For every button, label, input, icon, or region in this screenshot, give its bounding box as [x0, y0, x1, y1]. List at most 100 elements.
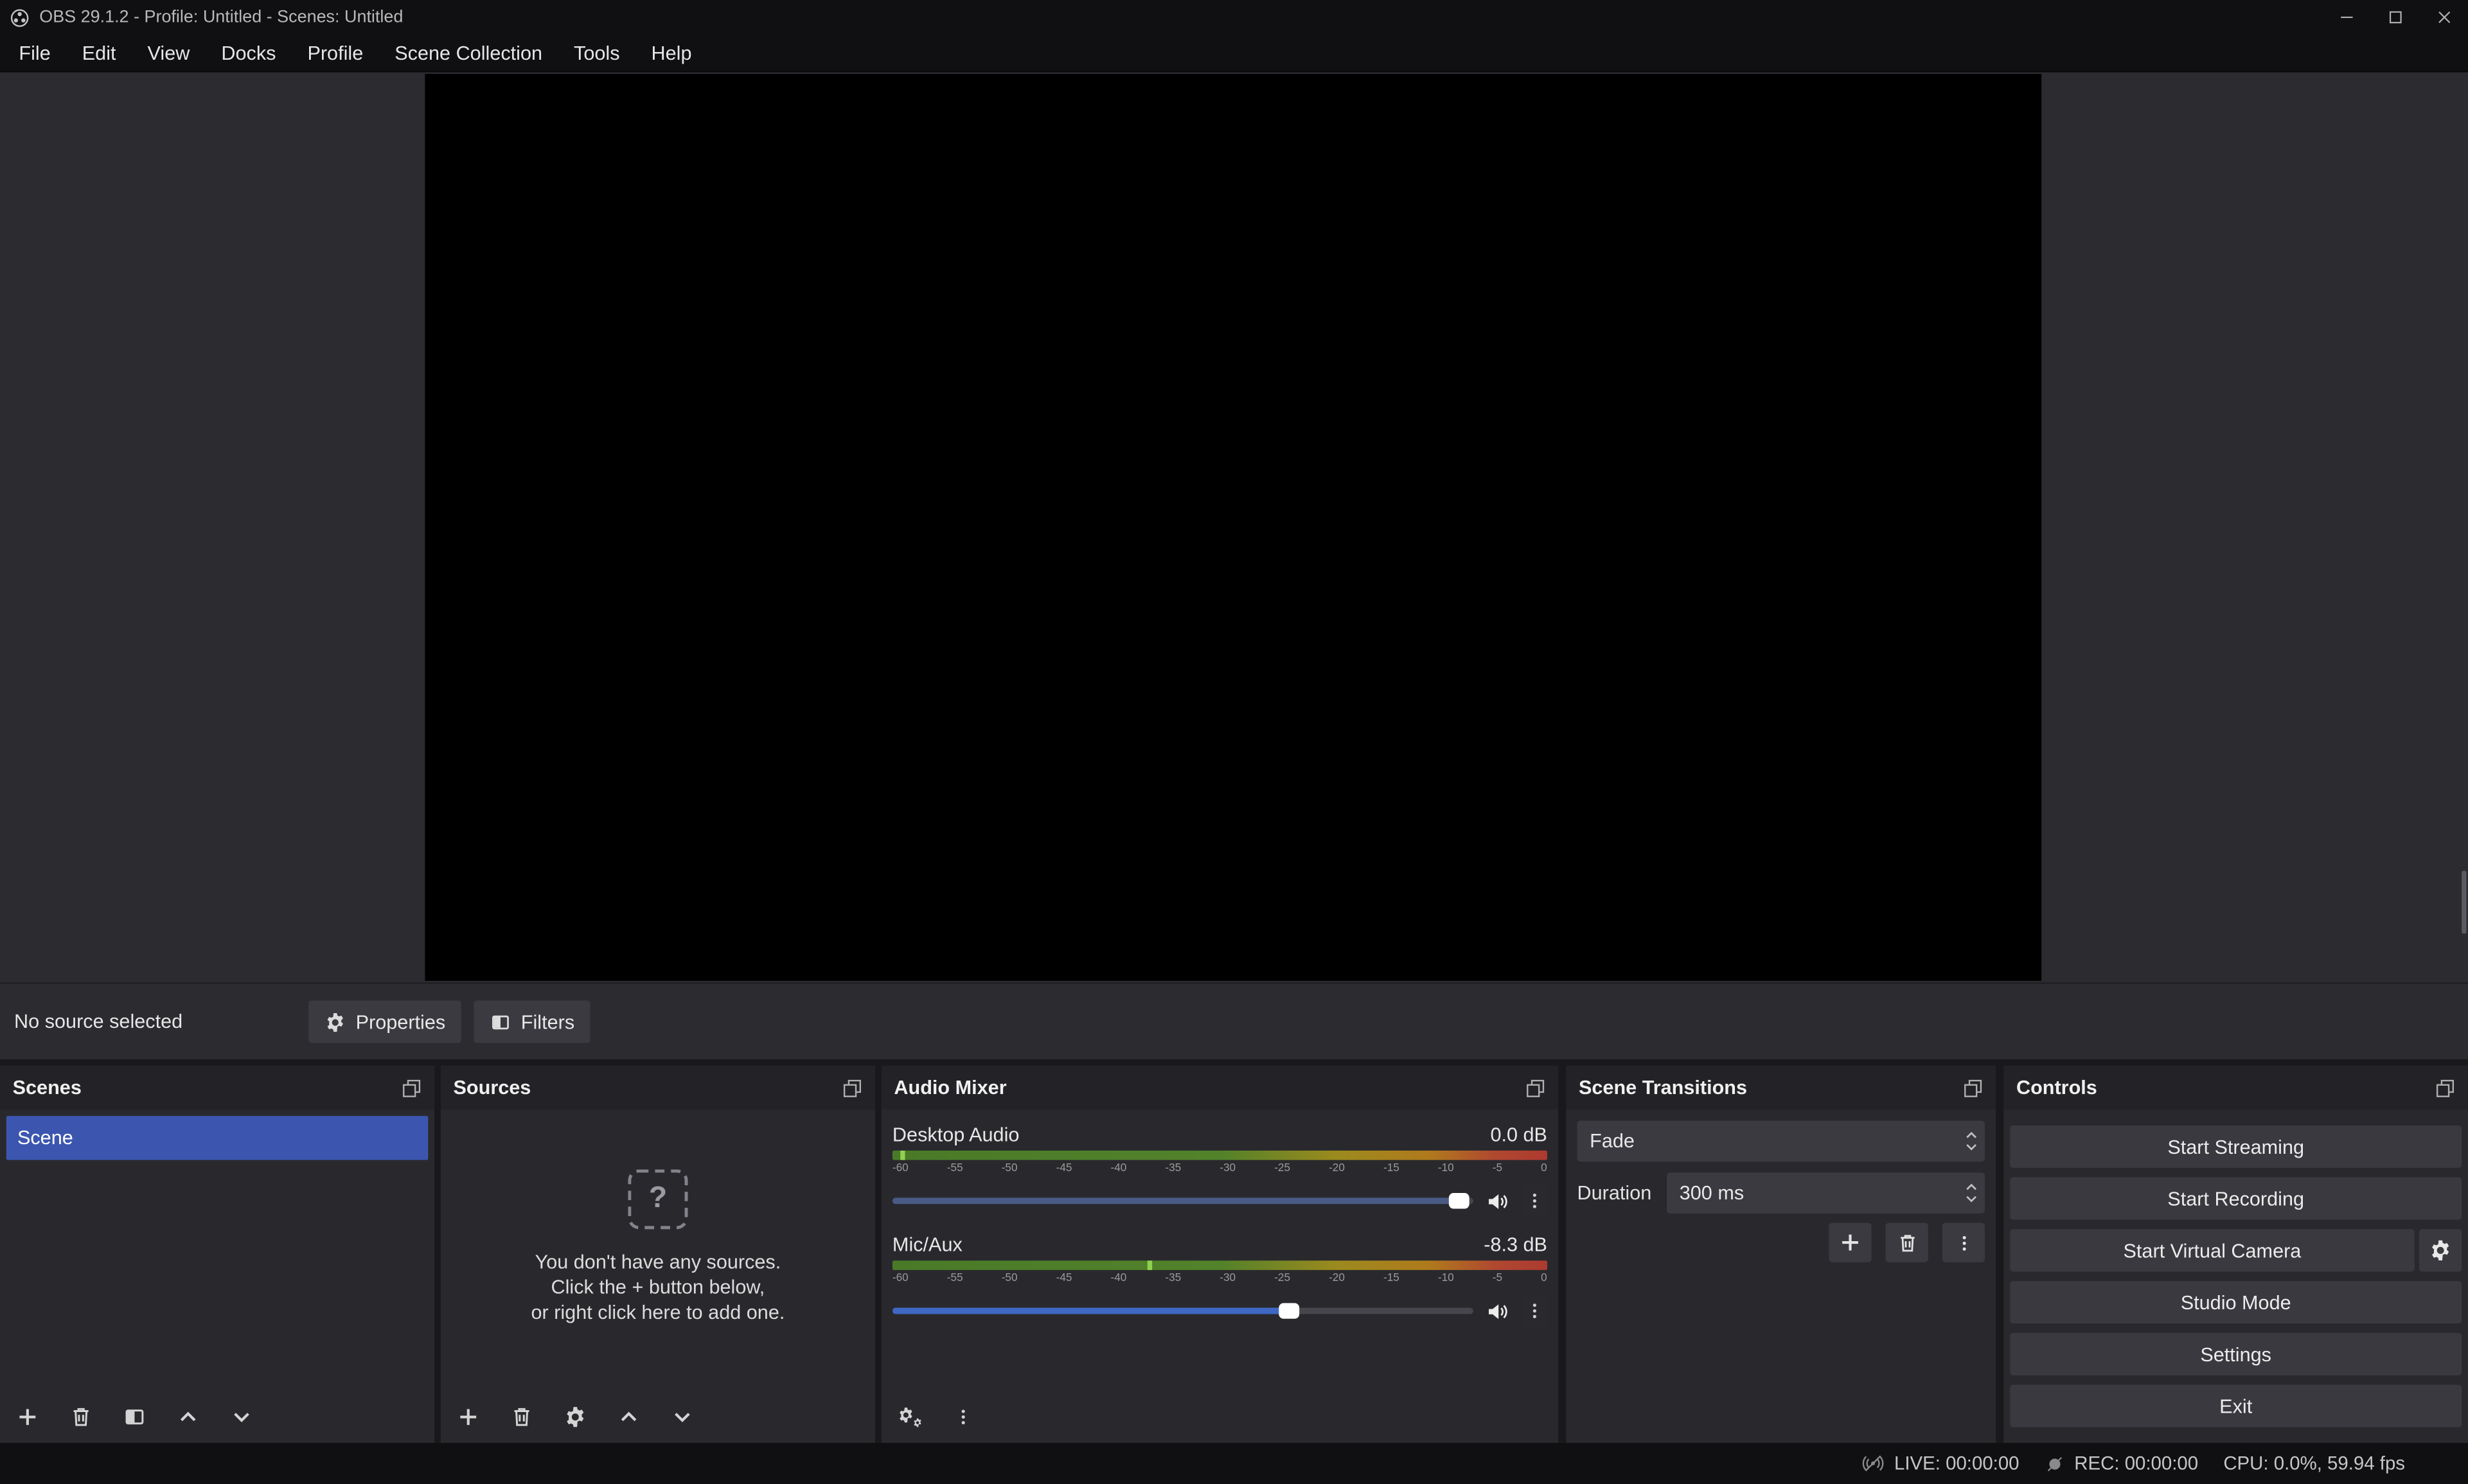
source-toolbar: No source selected Properties Filters: [0, 982, 2468, 1059]
meter-tick-label: -50: [1002, 1271, 1018, 1287]
title-bar: OBS 29.1.2 - Profile: Untitled - Scenes:…: [0, 0, 2468, 35]
stream-signal-icon: [1863, 1453, 1885, 1474]
scene-list-item[interactable]: Scene: [6, 1116, 428, 1160]
sources-dock-header[interactable]: Sources: [441, 1066, 875, 1110]
popout-icon[interactable]: [1963, 1077, 1984, 1098]
meter-tick-label: -35: [1165, 1271, 1181, 1287]
mixer-options-icon[interactable]: [954, 1404, 972, 1428]
meter-tick-label: -60: [892, 1271, 909, 1287]
move-scene-up-icon[interactable]: [176, 1404, 200, 1428]
meter-tick-label: -10: [1438, 1162, 1454, 1177]
menu-edit[interactable]: Edit: [66, 35, 132, 71]
add-source-icon[interactable]: [456, 1404, 480, 1428]
channel-options-icon[interactable]: [1522, 1185, 1547, 1217]
slider-handle[interactable]: [1279, 1303, 1300, 1318]
move-source-down-icon[interactable]: [671, 1404, 695, 1428]
splitter-handle[interactable]: [2462, 870, 2466, 933]
status-bar: LIVE: 00:00:00 REC: 00:00:00 CPU: 0.0%, …: [0, 1443, 2468, 1484]
menu-docks[interactable]: Docks: [206, 35, 292, 71]
menu-tools[interactable]: Tools: [558, 35, 635, 71]
source-properties-icon[interactable]: [564, 1404, 587, 1428]
duration-spinbox[interactable]: 300 ms: [1667, 1172, 1985, 1214]
exit-button[interactable]: Exit: [2010, 1385, 2462, 1427]
properties-button-label: Properties: [356, 1011, 446, 1032]
meter-peak-indicator: [1148, 1260, 1152, 1270]
channel-level-db: 0.0 dB: [1490, 1124, 1547, 1145]
virtual-camera-config-button[interactable]: [2419, 1229, 2462, 1271]
close-icon[interactable]: [2419, 0, 2468, 35]
sources-empty-state[interactable]: ? You don't have any sources. Click the …: [441, 1109, 875, 1390]
start-virtual-camera-button[interactable]: Start Virtual Camera: [2010, 1229, 2415, 1271]
preview-canvas[interactable]: [425, 74, 2041, 981]
menu-scene-collection[interactable]: Scene Collection: [379, 35, 558, 71]
window-controls: [2322, 0, 2468, 35]
controls-dock-header[interactable]: Controls: [2003, 1066, 2468, 1110]
duration-row: Duration 300 ms: [1577, 1172, 1985, 1214]
sources-dock-title: Sources: [453, 1077, 531, 1099]
menu-profile[interactable]: Profile: [292, 35, 379, 71]
slider-handle[interactable]: [1448, 1193, 1469, 1208]
menu-file[interactable]: File: [3, 35, 66, 71]
popout-icon[interactable]: [842, 1077, 863, 1098]
popout-icon[interactable]: [1525, 1077, 1546, 1098]
duration-value: 300 ms: [1667, 1182, 1957, 1204]
remove-source-icon[interactable]: [510, 1404, 534, 1428]
maximize-icon[interactable]: [2370, 0, 2419, 35]
sources-empty-line: You don't have any sources.: [535, 1249, 781, 1274]
remove-scene-icon[interactable]: [69, 1404, 93, 1428]
add-transition-icon[interactable]: [1829, 1223, 1871, 1262]
advanced-audio-properties-icon[interactable]: [897, 1404, 924, 1428]
mute-speaker-icon[interactable]: [1486, 1299, 1509, 1323]
scene-filters-icon[interactable]: [123, 1404, 146, 1428]
move-source-up-icon[interactable]: [617, 1404, 641, 1428]
audio-mixer-dock-body: Desktop Audio 0.0 dB -60-55-50-45-40-35-…: [882, 1109, 1558, 1443]
audio-mixer-dock-header[interactable]: Audio Mixer: [882, 1066, 1558, 1110]
transition-options-icon[interactable]: [1942, 1223, 1985, 1262]
menu-view[interactable]: View: [132, 35, 206, 71]
meter-tick-label: -40: [1111, 1271, 1127, 1287]
menu-help[interactable]: Help: [635, 35, 707, 71]
settings-button[interactable]: Settings: [2010, 1333, 2462, 1375]
controls-dock-body: Start Streaming Start Recording Start Vi…: [2003, 1109, 2468, 1443]
meter-tick-label: -60: [892, 1162, 909, 1177]
controls-dock: Controls Start Streaming Start Recording…: [2003, 1066, 2468, 1443]
filters-button[interactable]: Filters: [474, 1000, 590, 1043]
window-title: OBS 29.1.2 - Profile: Untitled - Scenes:…: [39, 8, 403, 26]
start-streaming-button[interactable]: Start Streaming: [2010, 1126, 2462, 1168]
cpu-fps-stats: CPU: 0.0%, 59.94 fps: [2223, 1453, 2405, 1474]
record-dot-icon: [2045, 1453, 2065, 1474]
popout-icon[interactable]: [2435, 1077, 2456, 1098]
transition-select[interactable]: Fade: [1577, 1120, 1985, 1162]
audio-mixer-dock: Audio Mixer Desktop Audio 0.0 dB: [882, 1066, 1558, 1443]
mixer-toolbar: [882, 1390, 1558, 1443]
cpu-status: CPU: 0.0%, 59.94 fps: [2223, 1453, 2405, 1474]
scenes-dock-header[interactable]: Scenes: [0, 1066, 434, 1110]
start-recording-button[interactable]: Start Recording: [2010, 1178, 2462, 1220]
slider-fill: [892, 1197, 1459, 1204]
channel-name: Desktop Audio: [892, 1124, 1019, 1145]
channel-header: Desktop Audio 0.0 dB: [892, 1122, 1547, 1147]
combo-arrows-icon[interactable]: [1957, 1130, 1985, 1152]
volume-slider-row: [892, 1297, 1547, 1325]
mute-speaker-icon[interactable]: [1486, 1189, 1509, 1213]
live-time: LIVE: 00:00:00: [1894, 1453, 2020, 1474]
volume-slider[interactable]: [892, 1187, 1473, 1215]
transitions-dock-body: Fade Duration 300 ms: [1566, 1109, 1996, 1443]
properties-button[interactable]: Properties: [308, 1000, 461, 1043]
meter-tick-label: -25: [1274, 1162, 1290, 1177]
volume-slider[interactable]: [892, 1297, 1473, 1325]
add-scene-icon[interactable]: [15, 1404, 39, 1428]
minimize-icon[interactable]: [2322, 0, 2370, 35]
gear-icon: [324, 1011, 346, 1032]
move-scene-down-icon[interactable]: [230, 1404, 254, 1428]
live-status: LIVE: 00:00:00: [1863, 1453, 2020, 1474]
transitions-dock-header[interactable]: Scene Transitions: [1566, 1066, 1996, 1110]
channel-options-icon[interactable]: [1522, 1295, 1547, 1327]
mixer-channel-mic-aux: Mic/Aux -8.3 dB -60-55-50-45-40-35-30-25…: [892, 1232, 1547, 1325]
studio-mode-button[interactable]: Studio Mode: [2010, 1281, 2462, 1323]
meter-tick-label: -20: [1329, 1271, 1345, 1287]
popout-icon[interactable]: [402, 1077, 422, 1098]
spinbox-arrows-icon[interactable]: [1957, 1182, 1985, 1204]
sources-dock-body: ? You don't have any sources. Click the …: [441, 1109, 875, 1443]
remove-transition-icon[interactable]: [1886, 1223, 1928, 1262]
